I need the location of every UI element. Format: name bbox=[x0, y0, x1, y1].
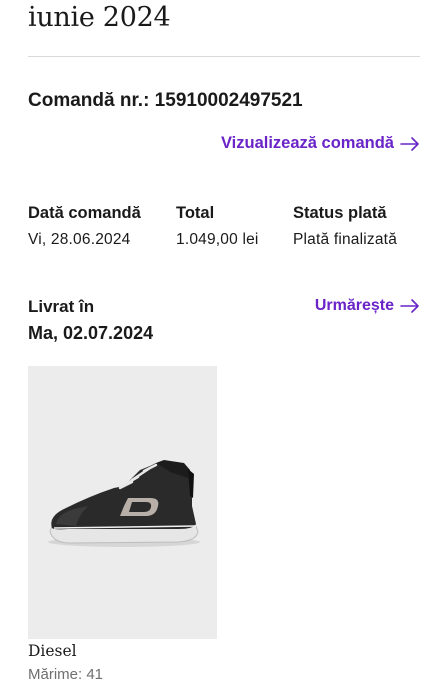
track-order-label: Urmărește bbox=[314, 297, 394, 314]
arrow-right-icon bbox=[400, 136, 420, 151]
order-date-value: Vi, 28.06.2024 bbox=[28, 231, 131, 248]
payment-status-value: Plată finalizată bbox=[293, 231, 398, 248]
arrow-right-icon bbox=[400, 299, 420, 313]
product-image[interactable] bbox=[28, 366, 217, 639]
divider bbox=[28, 56, 420, 57]
order-total-value: 1.049,00 lei bbox=[176, 231, 259, 248]
delivery-date: Ma, 02.07.2024 bbox=[28, 323, 154, 343]
payment-status-column: Status plată Plată finalizată bbox=[293, 204, 397, 249]
delivery-label: Livrat în bbox=[28, 297, 95, 316]
product-brand: Diesel bbox=[28, 642, 77, 660]
payment-status-label: Status plată bbox=[293, 204, 387, 222]
view-order-label: Vizualizează comandă bbox=[220, 134, 394, 152]
order-number: Comandă nr.: 15910002497521 bbox=[28, 90, 303, 111]
view-order-link[interactable]: Vizualizează comandă bbox=[221, 134, 420, 153]
track-order-link[interactable]: Urmărește bbox=[315, 297, 420, 315]
month-title: iunie 2024 bbox=[28, 2, 171, 33]
order-total-column: Total 1.049,00 lei bbox=[176, 204, 259, 249]
product-size: Mărime: 41 bbox=[28, 666, 104, 683]
high-top-sneaker-image bbox=[48, 460, 200, 547]
order-total-label: Total bbox=[176, 204, 215, 222]
order-date-label: Dată comandă bbox=[28, 204, 141, 222]
order-date-column: Dată comandă Vi, 28.06.2024 bbox=[28, 204, 141, 249]
